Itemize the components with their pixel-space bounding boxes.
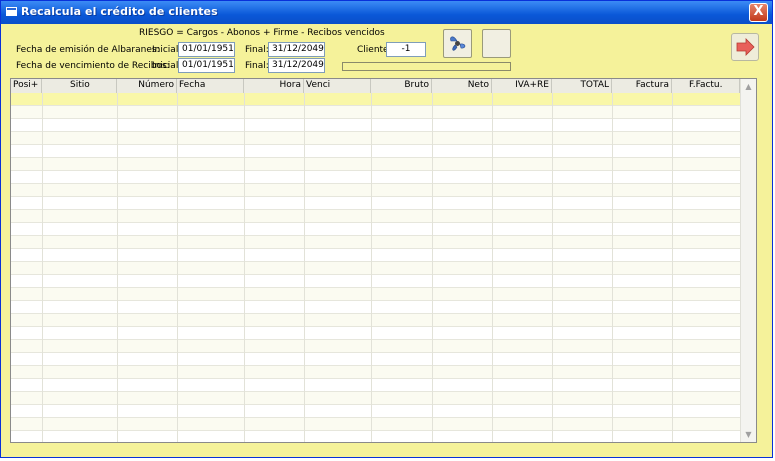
albaranes-label: Fecha de emisión de Albaranes: [16,45,160,55]
col-posi[interactable]: Posi+ [11,79,42,93]
results-grid[interactable]: Posi+ Sitio Número Fecha Hora Venci Brut… [10,78,757,443]
col-total[interactable]: TOTAL [552,79,612,93]
fan-icon [450,36,466,51]
col-sitio[interactable]: Sitio [42,79,117,93]
col-divider [117,93,118,442]
albaranes-final-field[interactable]: 31/12/2049 [268,42,325,57]
table-row[interactable] [11,392,740,405]
table-row[interactable] [11,119,740,132]
recibos-inicial-field[interactable]: 01/01/1951 [178,58,235,73]
col-divider [244,93,245,442]
table-row[interactable] [11,379,740,392]
table-row[interactable] [11,353,740,366]
run-button[interactable] [443,29,472,58]
riesgo-formula: RIESGO = Cargos - Abonos + Firme - Recib… [139,28,385,38]
table-row[interactable] [11,171,740,184]
progress-bar [342,62,511,71]
table-row[interactable] [11,184,740,197]
recibos-inicial-label: Inicial: [152,61,182,71]
col-hora[interactable]: Hora [244,79,304,93]
col-fecha[interactable]: Fecha [177,79,244,93]
albaranes-inicial-label: Inicial: [152,45,182,55]
table-row[interactable] [11,236,740,249]
main-window: Recalcula el crédito de clientes X RIESG… [0,0,773,458]
title-bar: Recalcula el crédito de clientes X [1,1,772,24]
table-row[interactable] [11,340,740,353]
albaranes-final-label: Final: [245,45,269,55]
table-row[interactable] [11,223,740,236]
col-venci[interactable]: Venci [304,79,371,93]
table-row[interactable] [11,145,740,158]
col-divider [42,93,43,442]
col-divider [432,93,433,442]
col-divider [612,93,613,442]
table-row[interactable] [11,301,740,314]
blank-button[interactable] [482,29,511,58]
col-divider [371,93,372,442]
table-row[interactable] [11,314,740,327]
col-f-factu[interactable]: F.Factu. [672,79,740,93]
table-row[interactable] [11,327,740,340]
exit-button[interactable] [731,33,759,61]
table-row[interactable] [11,418,740,431]
table-row[interactable] [11,210,740,223]
col-neto[interactable]: Neto [432,79,492,93]
window-title: Recalcula el crédito de clientes [21,5,218,18]
close-button[interactable]: X [749,3,768,22]
col-factura[interactable]: Factura [612,79,672,93]
table-row[interactable] [11,158,740,171]
col-divider [672,93,673,442]
recibos-final-field[interactable]: 31/12/2049 [268,58,325,73]
cliente-field[interactable]: -1 [386,42,426,57]
col-divider [304,93,305,442]
window-icon [6,7,17,16]
grid-rows [11,93,740,442]
albaranes-inicial-field[interactable]: 01/01/1951 [178,42,235,57]
col-divider [177,93,178,442]
table-row[interactable] [11,288,740,301]
col-numero[interactable]: Número [117,79,177,93]
scroll-up-icon[interactable]: ▲ [742,80,755,93]
table-row[interactable] [11,132,740,145]
grid-header: Posi+ Sitio Número Fecha Hora Venci Brut… [11,79,740,94]
table-row[interactable] [11,93,740,106]
table-row[interactable] [11,106,740,119]
table-row[interactable] [11,405,740,418]
table-row[interactable] [11,249,740,262]
col-bruto[interactable]: Bruto [371,79,432,93]
col-divider [492,93,493,442]
exit-arrow-icon [736,38,755,56]
recibos-final-label: Final: [245,61,269,71]
scroll-down-icon[interactable]: ▼ [742,428,755,441]
table-row[interactable] [11,366,740,379]
table-row[interactable] [11,275,740,288]
table-row[interactable] [11,262,740,275]
col-iva-re[interactable]: IVA+RE [492,79,552,93]
vertical-scrollbar[interactable]: ▲ ▼ [740,79,756,442]
table-row[interactable] [11,197,740,210]
recibos-label: Fecha de vencimiento de Recibos: [16,61,170,71]
col-divider [552,93,553,442]
